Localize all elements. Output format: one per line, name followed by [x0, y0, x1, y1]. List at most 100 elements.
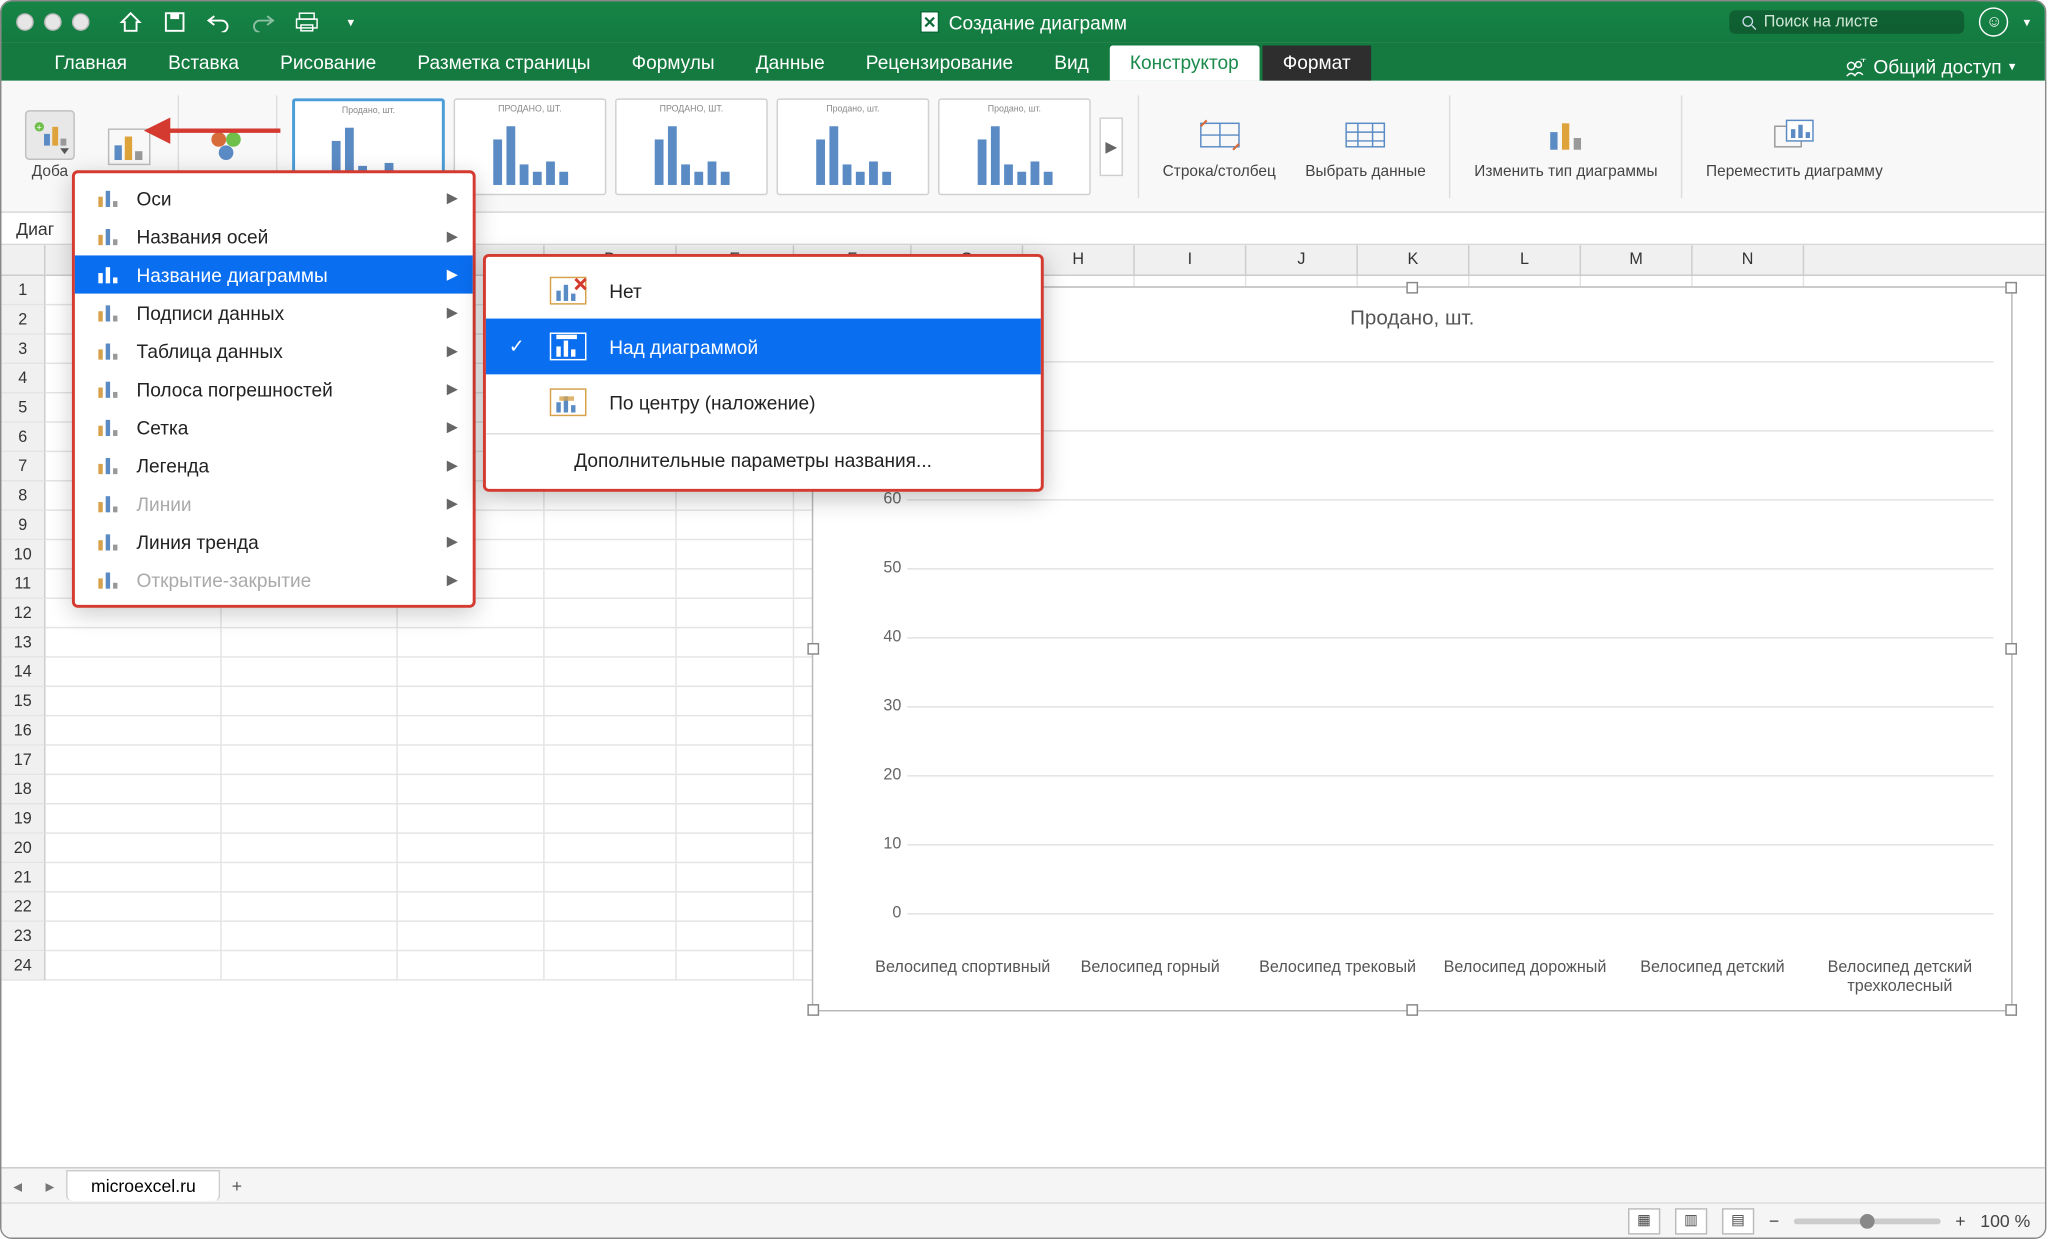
chart-style-2[interactable]: ПРОДАНО, ШТ. [454, 98, 607, 195]
sheet-search-input[interactable]: Поиск на листе [1730, 10, 1965, 33]
cell[interactable] [545, 628, 677, 657]
row-header[interactable]: 5 [1, 393, 45, 422]
chart-style-5[interactable]: Продано, шт. [938, 98, 1091, 195]
cell[interactable] [222, 658, 398, 687]
cell[interactable] [222, 746, 398, 775]
submenu-item-none-icon[interactable]: Нет [486, 263, 1041, 319]
menu-item-trendline-icon[interactable]: Линия тренда▶ [75, 523, 473, 561]
sheet-tab[interactable]: microexcel.ru [66, 1169, 221, 1200]
cell[interactable] [677, 775, 794, 804]
row-header[interactable]: 8 [1, 482, 45, 511]
cell[interactable] [545, 951, 677, 980]
cell[interactable] [677, 834, 794, 863]
zoom-window-icon[interactable] [72, 13, 90, 31]
cell[interactable] [545, 540, 677, 569]
row-header[interactable]: 2 [1, 305, 45, 334]
cell[interactable] [677, 658, 794, 687]
chart-style-4[interactable]: Продано, шт. [777, 98, 930, 195]
home-icon[interactable] [119, 10, 142, 33]
submenu-item-centered-overlay-icon[interactable]: По центру (наложение) [486, 374, 1041, 430]
cell[interactable] [677, 511, 794, 540]
cell[interactable] [222, 716, 398, 745]
row-header[interactable]: 17 [1, 746, 45, 775]
tab-home[interactable]: Главная [34, 46, 148, 81]
cell[interactable] [545, 804, 677, 833]
row-header[interactable]: 18 [1, 775, 45, 804]
col-header-N[interactable]: N [1693, 245, 1805, 274]
cell[interactable] [677, 804, 794, 833]
menu-item-data-labels-icon[interactable]: Подписи данных▶ [75, 294, 473, 332]
cell[interactable] [545, 511, 677, 540]
row-header[interactable]: 4 [1, 364, 45, 393]
cell[interactable] [545, 893, 677, 922]
menu-item-data-table-icon[interactable]: Таблица данных▶ [75, 332, 473, 370]
sheet-nav-next[interactable]: ▸ [34, 1175, 66, 1196]
col-header-I[interactable]: I [1135, 245, 1247, 274]
move-chart-button[interactable]: Переместить диаграмму [1697, 110, 1891, 181]
cell[interactable] [677, 570, 794, 599]
row-header[interactable]: 7 [1, 452, 45, 481]
cell[interactable] [677, 628, 794, 657]
row-header[interactable]: 14 [1, 658, 45, 687]
row-header[interactable]: 21 [1, 863, 45, 892]
cell[interactable] [545, 599, 677, 628]
change-colors-button[interactable] [194, 121, 262, 171]
view-normal-icon[interactable]: ▦ [1628, 1207, 1660, 1233]
submenu-item-above-chart-icon[interactable]: ✓Над диаграммой [486, 319, 1041, 375]
feedback-icon[interactable]: ☺ [1980, 7, 2009, 36]
row-header[interactable]: 24 [1, 951, 45, 980]
cell[interactable] [46, 834, 222, 863]
cell[interactable] [677, 540, 794, 569]
submenu-more-options[interactable]: Дополнительные параметры названия... [486, 437, 1041, 483]
cell[interactable] [545, 658, 677, 687]
qat-dropdown-icon[interactable]: ▾ [339, 10, 362, 33]
menu-item-axis-title-icon[interactable]: Названия осей▶ [75, 217, 473, 255]
cell[interactable] [222, 951, 398, 980]
cell[interactable] [677, 951, 794, 980]
cell[interactable] [545, 746, 677, 775]
zoom-level[interactable]: 100 % [1980, 1210, 2030, 1231]
menu-item-gridlines-icon[interactable]: Сетка▶ [75, 408, 473, 446]
share-button[interactable]: + Общий доступ ▾ [1837, 53, 2025, 81]
menu-item-error-bars-icon[interactable]: Полоса погрешностей▶ [75, 370, 473, 408]
cell[interactable] [398, 863, 545, 892]
cell[interactable] [46, 775, 222, 804]
select-all-corner[interactable] [1, 245, 45, 274]
row-header[interactable]: 10 [1, 540, 45, 569]
cell[interactable] [398, 775, 545, 804]
switch-row-column-button[interactable]: Строка/столбец [1154, 110, 1285, 181]
cell[interactable] [398, 834, 545, 863]
row-header[interactable]: 20 [1, 834, 45, 863]
print-icon[interactable] [295, 10, 318, 33]
cell[interactable] [677, 716, 794, 745]
tab-formulas[interactable]: Формулы [611, 46, 735, 81]
redo-icon[interactable] [251, 10, 274, 33]
cell[interactable] [398, 658, 545, 687]
cell[interactable] [545, 863, 677, 892]
cell[interactable] [398, 687, 545, 716]
zoom-in-button[interactable]: + [1955, 1210, 1965, 1231]
cell[interactable] [46, 922, 222, 951]
cell[interactable] [222, 834, 398, 863]
cell[interactable] [222, 804, 398, 833]
cell[interactable] [545, 687, 677, 716]
view-page-layout-icon[interactable]: ▥ [1675, 1207, 1707, 1233]
tab-insert[interactable]: Вставка [148, 46, 260, 81]
zoom-slider[interactable] [1794, 1218, 1941, 1224]
cell[interactable] [46, 658, 222, 687]
cell[interactable] [677, 746, 794, 775]
add-sheet-button[interactable]: + [221, 1175, 253, 1196]
select-data-button[interactable]: Выбрать данные [1296, 110, 1434, 181]
cell[interactable] [46, 746, 222, 775]
row-header[interactable]: 13 [1, 628, 45, 657]
col-header-M[interactable]: M [1581, 245, 1693, 274]
row-header[interactable]: 15 [1, 687, 45, 716]
row-header[interactable]: 19 [1, 804, 45, 833]
row-header[interactable]: 6 [1, 423, 45, 452]
tab-format[interactable]: Формат [1262, 46, 1371, 81]
title-extra-dropdown-icon[interactable]: ▾ [2024, 14, 2031, 30]
cell[interactable] [222, 775, 398, 804]
cell[interactable] [677, 599, 794, 628]
cell[interactable] [398, 746, 545, 775]
row-header[interactable]: 1 [1, 276, 45, 305]
